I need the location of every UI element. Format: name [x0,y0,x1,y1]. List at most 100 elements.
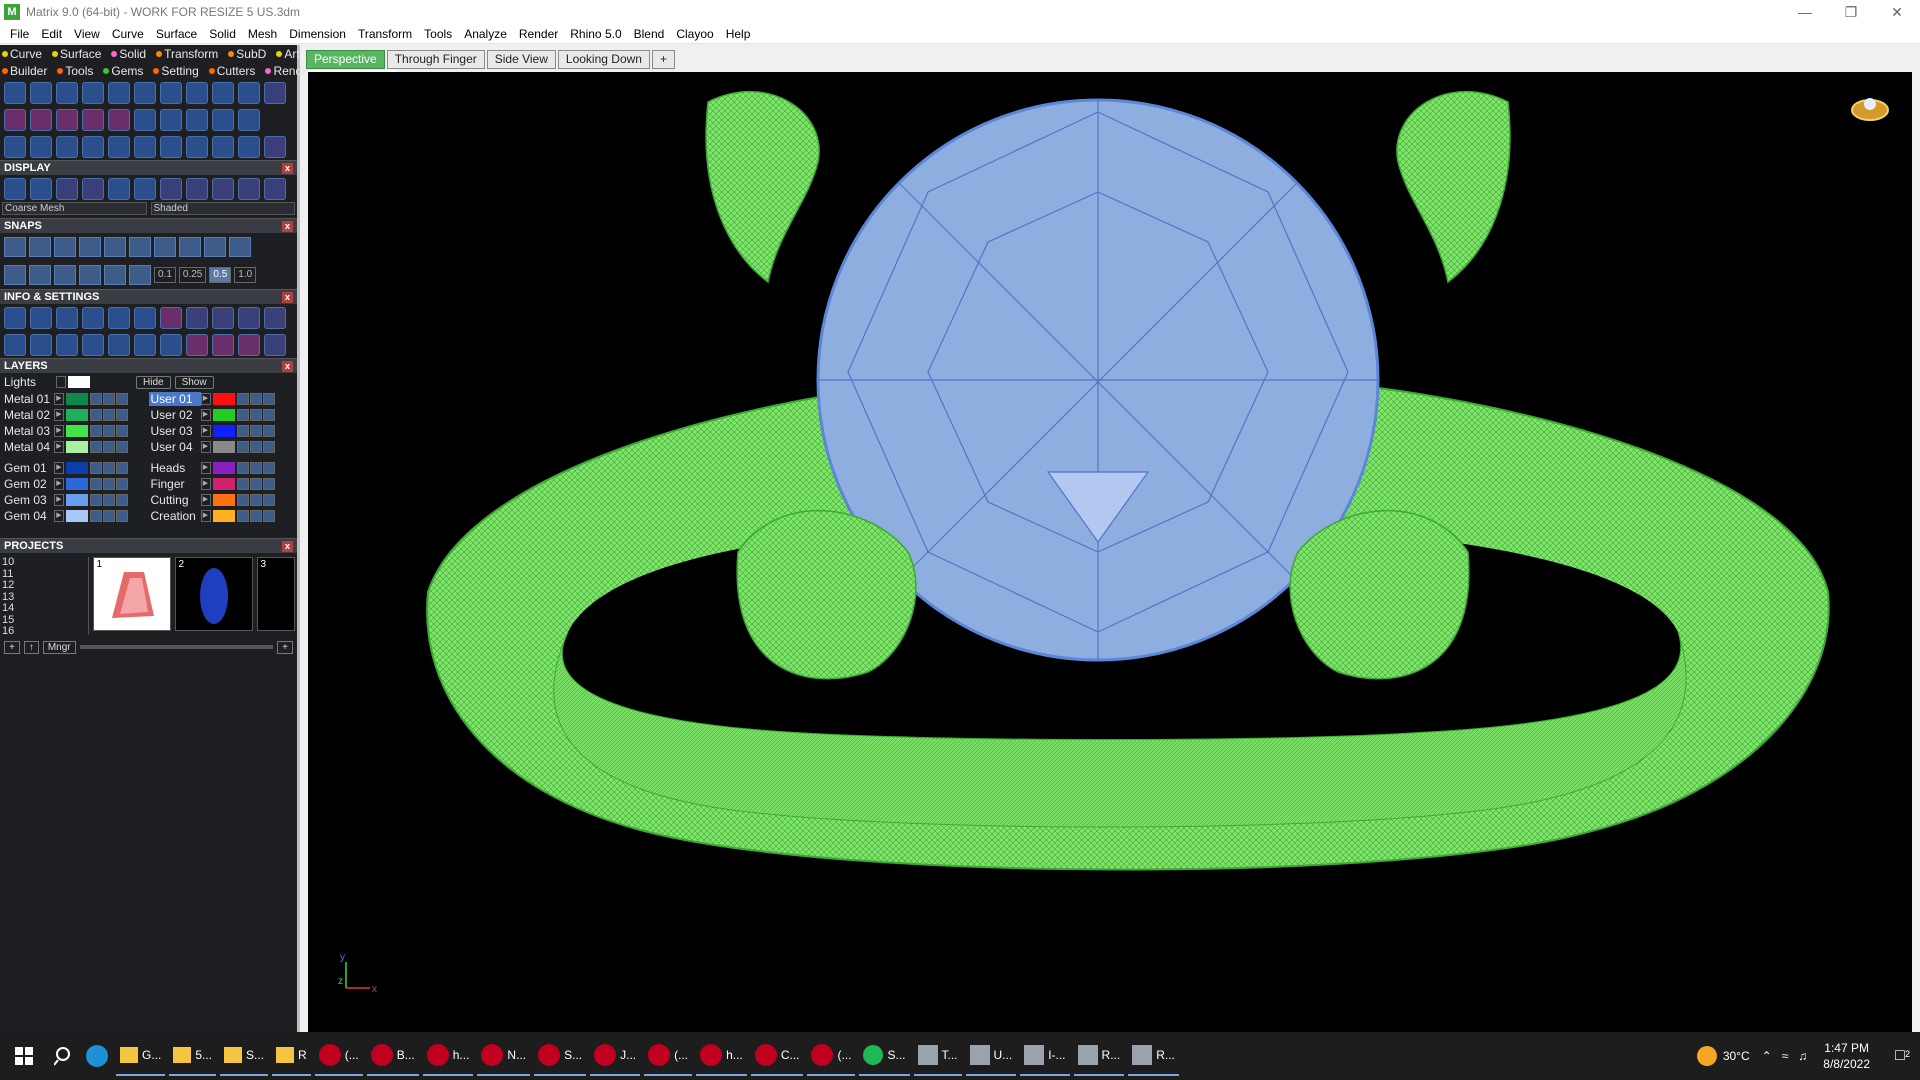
layer-visible-icon[interactable] [249,441,262,453]
menu-item[interactable]: Dimension [283,27,352,41]
layer-row[interactable]: Gem 01 ▶ [2,460,149,476]
add-viewport-tab-button[interactable]: + [651,50,675,69]
taskbar-item[interactable]: h... [422,1036,474,1076]
edge-taskbar-button[interactable] [82,1036,112,1076]
notification-button[interactable]: □ 2 [1880,1047,1920,1065]
menu-item[interactable]: View [68,27,106,41]
layer-arrow-icon[interactable]: ▶ [200,478,211,490]
material-gold-icon[interactable] [160,177,182,200]
panel-tab[interactable]: Curve [2,47,47,61]
object-icon[interactable] [56,333,78,356]
planar-icon[interactable] [54,265,76,285]
gumball-icon[interactable] [129,265,151,285]
snap-tan-icon[interactable] [179,237,201,257]
layer-visible-icon[interactable] [249,478,262,490]
menu-item[interactable]: Blend [628,27,671,41]
layer-lock-icon[interactable] [90,478,102,490]
viewport-tab[interactable]: Side View [486,50,556,69]
viewport-tab[interactable]: Looking Down [557,50,650,69]
project-thumb-1[interactable]: 1 [92,557,171,631]
layer-visible-icon[interactable] [249,425,262,437]
rotate-tool-icon[interactable] [82,108,104,131]
layer-name[interactable]: User 03 [149,424,201,438]
filter-icon[interactable] [108,333,130,356]
layer-active-icon[interactable] [262,510,275,522]
grid-view-icon[interactable] [4,333,26,356]
snap-mid-icon[interactable] [79,237,101,257]
layer-name[interactable]: Creation [149,509,201,523]
shaded-icon[interactable] [56,177,78,200]
layer-color-swatch[interactable] [212,441,235,453]
layer-row[interactable]: User 03 ▶ [149,423,296,439]
layer-active-icon[interactable] [262,393,275,405]
layer-color-swatch[interactable] [66,441,88,453]
taskbar-item[interactable]: (... [314,1036,363,1076]
panel-toggle-icon[interactable] [264,81,286,104]
layer-visible-icon[interactable] [249,462,262,474]
taskbar-item[interactable]: C... [750,1036,804,1076]
ghosted-icon[interactable] [82,177,104,200]
layer-name[interactable]: User 01 [148,392,201,406]
taskbar-item[interactable]: S... [220,1036,269,1076]
layer-color-swatch[interactable] [66,409,88,421]
layer-color-swatch[interactable] [66,425,88,437]
orient-tool-icon[interactable] [238,135,260,158]
panel-tab[interactable]: SubD [228,47,271,61]
close-icon[interactable]: x [282,540,293,552]
hide-button[interactable]: Hide [136,375,171,389]
search-taskbar-button[interactable] [50,1036,78,1076]
perspective-viewport[interactable]: y z x [308,72,1912,1032]
layer-lock-icon[interactable] [90,510,102,522]
layer-visible-icon[interactable] [249,494,262,506]
layer-color-swatch[interactable] [212,462,235,474]
viewport-tab[interactable]: Through Finger [386,50,485,69]
snap-value-2[interactable]: 0.25 [178,267,207,283]
settings-icon[interactable] [4,306,26,329]
show-button[interactable]: Show [174,375,214,389]
layer-visible-icon[interactable] [249,409,262,421]
taskbar-item[interactable]: J... [590,1036,641,1076]
edit-icon[interactable] [134,306,156,329]
panel-tab[interactable]: Cutters [208,64,261,78]
ortho-icon[interactable] [29,265,51,285]
layer-name[interactable]: Metal 02 [2,408,54,422]
menu-item[interactable]: Surface [150,27,203,41]
layer-active-icon[interactable] [262,425,275,437]
layer-name[interactable]: Metal 03 [2,424,54,438]
restore-button[interactable]: ❐ [1828,0,1874,24]
taskbar-item[interactable]: (... [644,1036,693,1076]
profile-tool-icon[interactable] [160,81,182,104]
layer-lock-icon[interactable] [90,425,102,437]
add-icon[interactable]: + [277,640,293,654]
layer-arrow-icon[interactable]: ▶ [54,393,64,405]
layer-active-icon[interactable] [116,425,128,437]
weight-icon[interactable] [186,306,208,329]
bend-tool-icon[interactable] [212,108,234,131]
material-white-icon[interactable] [212,177,234,200]
layer-row[interactable]: Creation ▶ [149,508,296,524]
layers-icon[interactable] [56,306,78,329]
layer-name[interactable]: Gem 04 [2,509,54,523]
layer-arrow-icon[interactable]: ▶ [200,393,211,405]
layer-row[interactable]: User 01 ▶ [148,391,296,407]
project-list[interactable]: 10 11 12 13 14 15 16 [2,556,89,637]
layer-name[interactable]: Gem 01 [2,461,54,475]
mesh-mode-select[interactable]: Coarse Mesh [2,202,147,215]
start-button[interactable] [0,1032,48,1080]
snap-center-icon[interactable] [104,237,126,257]
render-icon[interactable] [30,177,52,200]
layer-name[interactable]: Finger [149,477,201,491]
snap-value-4[interactable]: 1.0 [234,267,257,283]
snap-quad-icon[interactable] [204,237,226,257]
flow-tool-icon[interactable] [160,108,182,131]
layer-lock-icon[interactable] [236,409,249,421]
layer-arrow-icon[interactable]: ▶ [54,478,64,490]
menu-item[interactable]: Edit [35,27,68,41]
chevron-up-icon[interactable]: ⌃ [1762,1049,1772,1063]
up-project-button[interactable]: ↑ [23,640,39,654]
menu-item[interactable]: Render [513,27,564,41]
layer-arrow-icon[interactable]: ▶ [54,510,64,522]
layer-visible-icon[interactable] [103,425,115,437]
project-list-item[interactable]: 13 [2,591,88,604]
snap-perp-icon[interactable] [154,237,176,257]
